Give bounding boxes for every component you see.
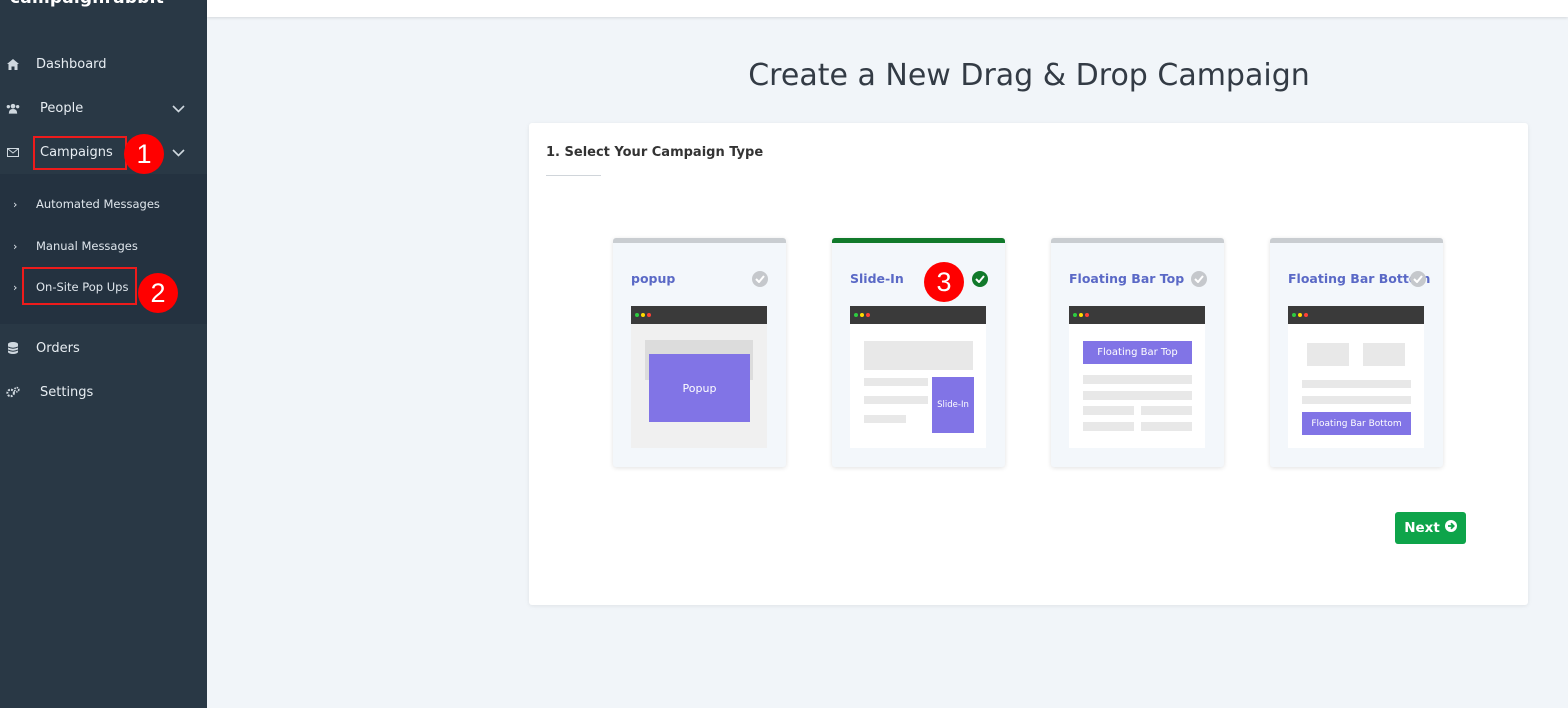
envelope-icon (6, 145, 20, 159)
floating-bar-top-preview-label: Floating Bar Top (1083, 341, 1192, 364)
campaign-type-card: 1. Select Your Campaign Type popup Popup… (529, 123, 1528, 605)
slide-in-preview: Slide-In (850, 306, 986, 448)
submenu-item-manual-messages[interactable]: › Manual Messages (0, 231, 207, 261)
card-top-bar (613, 238, 786, 243)
campaign-type-floating-bar-top[interactable]: Floating Bar Top Floating Bar Top (1051, 238, 1224, 467)
browser-bar (850, 306, 986, 324)
submenu-item-automated-messages[interactable]: › Automated Messages (0, 189, 207, 219)
sidebar-item-label: Dashboard (36, 56, 107, 72)
next-button-label: Next (1404, 520, 1440, 536)
campaign-type-popup[interactable]: popup Popup (613, 238, 786, 467)
step-title: 1. Select Your Campaign Type (546, 145, 764, 160)
campaign-type-name: Slide-In (850, 271, 904, 286)
chevron-down-icon[interactable] (172, 146, 185, 161)
check-circle-icon (972, 271, 988, 287)
floating-bar-bottom-preview: Floating Bar Bottom (1288, 306, 1424, 448)
sidebar-item-people[interactable]: People (0, 88, 207, 128)
card-top-bar (1051, 238, 1224, 243)
next-button[interactable]: Next (1395, 512, 1466, 544)
sidebar-item-orders[interactable]: Orders (0, 328, 207, 368)
sidebar-item-dashboard[interactable]: Dashboard (0, 44, 207, 84)
step-underline (546, 175, 601, 176)
check-circle-icon (1410, 271, 1426, 287)
annotation-marker-3: 3 (924, 262, 964, 302)
submenu-item-label: Automated Messages (36, 197, 160, 211)
chevron-right-icon: › (13, 239, 18, 253)
browser-bar (631, 306, 767, 324)
page-title: Create a New Drag & Drop Campaign (748, 58, 1310, 93)
chevron-right-icon: › (13, 280, 18, 294)
chevron-down-icon[interactable] (172, 102, 185, 117)
popup-preview-label: Popup (649, 354, 750, 422)
chevron-right-icon: › (13, 197, 18, 211)
floating-bar-top-preview: Floating Bar Top (1069, 306, 1205, 448)
popup-preview: Popup (631, 306, 767, 448)
sidebar-item-label: Orders (36, 340, 80, 356)
users-icon (6, 101, 20, 115)
app-logo: campaignrabbit (10, 0, 164, 8)
annotation-marker-2: 2 (138, 273, 178, 313)
annotation-marker-1: 1 (124, 134, 164, 174)
annotation-box-on-site-pop-ups (22, 267, 137, 305)
card-top-bar (832, 238, 1005, 243)
campaign-type-name: Floating Bar Top (1069, 271, 1185, 286)
database-icon (6, 341, 20, 355)
floating-bar-bottom-preview-label: Floating Bar Bottom (1302, 412, 1411, 435)
campaign-type-slide-in[interactable]: Slide-In Slide-In (832, 238, 1005, 467)
annotation-box-campaigns (33, 136, 127, 170)
browser-bar (1288, 306, 1424, 324)
campaign-type-name: popup (631, 271, 676, 286)
card-top-bar (1270, 238, 1443, 243)
sidebar-item-label: People (40, 100, 84, 116)
home-icon (6, 57, 20, 71)
sidebar-item-settings[interactable]: Settings (0, 372, 207, 412)
campaign-type-floating-bar-bottom[interactable]: Floating Bar Bottom Floating Bar Bottom (1270, 238, 1443, 467)
sidebar: campaignrabbit Dashboard People Campaign… (0, 0, 207, 708)
browser-bar (1069, 306, 1205, 324)
gears-icon (6, 385, 20, 399)
check-circle-icon (1191, 271, 1207, 287)
submenu-item-label: Manual Messages (36, 239, 138, 253)
sidebar-item-label: Settings (40, 384, 94, 400)
check-circle-icon (752, 271, 768, 287)
slide-in-preview-label: Slide-In (932, 377, 974, 433)
arrow-circle-right-icon (1444, 520, 1457, 536)
top-bar (207, 0, 1568, 17)
